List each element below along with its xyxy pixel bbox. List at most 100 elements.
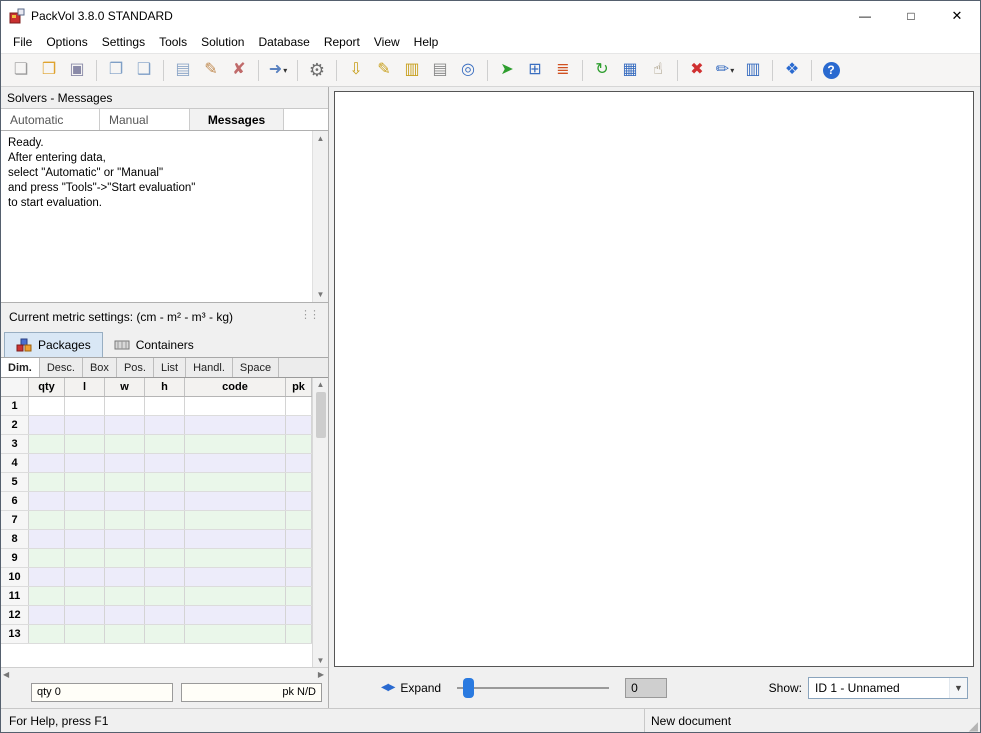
new-document-button[interactable]: ❏: [7, 57, 35, 84]
start-evaluation-button[interactable]: ➤: [493, 57, 521, 84]
tab-automatic[interactable]: Automatic: [1, 109, 100, 130]
cell-h[interactable]: [145, 625, 185, 643]
cell-pk[interactable]: [286, 416, 312, 434]
cell-h[interactable]: [145, 492, 185, 510]
solution-canvas[interactable]: [334, 91, 974, 667]
grid-view-button[interactable]: ▥: [739, 57, 767, 84]
cell-w[interactable]: [105, 454, 145, 472]
expand-button[interactable]: ◀▶ Expand: [381, 681, 441, 695]
save-button[interactable]: ▣: [63, 57, 91, 84]
menu-options[interactable]: Options: [39, 33, 94, 51]
cell-qty[interactable]: [29, 473, 65, 491]
row-number[interactable]: 8: [1, 530, 29, 548]
table-view-button[interactable]: ▦: [616, 57, 644, 84]
stop-evaluation-button[interactable]: ≣: [549, 57, 577, 84]
cell-w[interactable]: [105, 492, 145, 510]
slider-thumb[interactable]: [463, 678, 474, 698]
copy-button[interactable]: ❐: [102, 57, 130, 84]
cell-qty[interactable]: [29, 625, 65, 643]
package-edit-button[interactable]: ✎: [370, 57, 398, 84]
scroll-left-icon[interactable]: ◀: [3, 670, 9, 679]
cell-w[interactable]: [105, 435, 145, 453]
tab-messages[interactable]: Messages: [190, 109, 284, 130]
cell-l[interactable]: [65, 435, 105, 453]
tab-packages[interactable]: Packages: [4, 332, 103, 357]
package-box-button[interactable]: ▥: [398, 57, 426, 84]
cell-h[interactable]: [145, 606, 185, 624]
menu-report[interactable]: Report: [317, 33, 367, 51]
scrollbar-thumb[interactable]: [316, 392, 326, 438]
menu-view[interactable]: View: [367, 33, 407, 51]
cell-pk[interactable]: [286, 492, 312, 510]
refresh-button[interactable]: ↻: [588, 57, 616, 84]
solution-tree-button[interactable]: ⊞: [521, 57, 549, 84]
menu-file[interactable]: File: [6, 33, 39, 51]
row-number[interactable]: 9: [1, 549, 29, 567]
cell-h[interactable]: [145, 454, 185, 472]
package-search-button[interactable]: ◎: [454, 57, 482, 84]
pan-button[interactable]: ☝: [644, 57, 672, 84]
table-row[interactable]: 9: [1, 549, 312, 568]
cell-qty[interactable]: [29, 568, 65, 586]
cell-pk[interactable]: [286, 625, 312, 643]
scroll-down-icon[interactable]: ▼: [317, 656, 325, 665]
cell-qty[interactable]: [29, 435, 65, 453]
row-number[interactable]: 12: [1, 606, 29, 624]
cell-code[interactable]: [185, 435, 286, 453]
cell-l[interactable]: [65, 606, 105, 624]
close-button[interactable]: ✕: [934, 1, 980, 31]
scroll-up-icon[interactable]: ▲: [317, 134, 325, 143]
cell-l[interactable]: [65, 416, 105, 434]
cell-h[interactable]: [145, 473, 185, 491]
cell-qty[interactable]: [29, 606, 65, 624]
col-header-w[interactable]: w: [105, 378, 145, 396]
cell-h[interactable]: [145, 511, 185, 529]
maximize-button[interactable]: □: [888, 1, 934, 31]
tab-desc[interactable]: Desc.: [40, 358, 83, 377]
cell-code[interactable]: [185, 416, 286, 434]
cell-qty[interactable]: [29, 454, 65, 472]
export-button[interactable]: ➜▾: [264, 57, 292, 84]
cell-code[interactable]: [185, 549, 286, 567]
splitter-grip-icon[interactable]: ⋮⋮: [300, 308, 318, 321]
fit-view-button[interactable]: ❖: [778, 57, 806, 84]
cell-code[interactable]: [185, 492, 286, 510]
cell-l[interactable]: [65, 397, 105, 415]
cell-h[interactable]: [145, 530, 185, 548]
table-row[interactable]: 2: [1, 416, 312, 435]
cell-pk[interactable]: [286, 587, 312, 605]
package-import-button[interactable]: ⇩: [342, 57, 370, 84]
messages-scrollbar[interactable]: ▲ ▼: [312, 131, 328, 302]
cell-l[interactable]: [65, 511, 105, 529]
cell-w[interactable]: [105, 397, 145, 415]
row-number[interactable]: 2: [1, 416, 29, 434]
cell-l[interactable]: [65, 625, 105, 643]
menu-help[interactable]: Help: [407, 33, 446, 51]
report-sheet-button[interactable]: ▤: [169, 57, 197, 84]
cell-l[interactable]: [65, 568, 105, 586]
table-row[interactable]: 8: [1, 530, 312, 549]
step-slider[interactable]: [457, 678, 609, 698]
table-row[interactable]: 12: [1, 606, 312, 625]
menu-tools[interactable]: Tools: [152, 33, 194, 51]
cell-h[interactable]: [145, 549, 185, 567]
cell-w[interactable]: [105, 568, 145, 586]
cell-h[interactable]: [145, 587, 185, 605]
cell-pk[interactable]: [286, 511, 312, 529]
cell-pk[interactable]: [286, 454, 312, 472]
tab-box[interactable]: Box: [83, 358, 117, 377]
cell-l[interactable]: [65, 587, 105, 605]
resize-grip-icon[interactable]: ◢: [969, 720, 980, 732]
row-number[interactable]: 13: [1, 625, 29, 643]
cell-qty[interactable]: [29, 416, 65, 434]
annotate-button[interactable]: ✏▾: [711, 57, 739, 84]
row-number[interactable]: 4: [1, 454, 29, 472]
cell-l[interactable]: [65, 473, 105, 491]
col-header-qty[interactable]: qty: [29, 378, 65, 396]
cell-code[interactable]: [185, 587, 286, 605]
cell-l[interactable]: [65, 492, 105, 510]
cell-qty[interactable]: [29, 587, 65, 605]
tab-dim[interactable]: Dim.: [1, 358, 40, 377]
cell-pk[interactable]: [286, 606, 312, 624]
cell-code[interactable]: [185, 606, 286, 624]
